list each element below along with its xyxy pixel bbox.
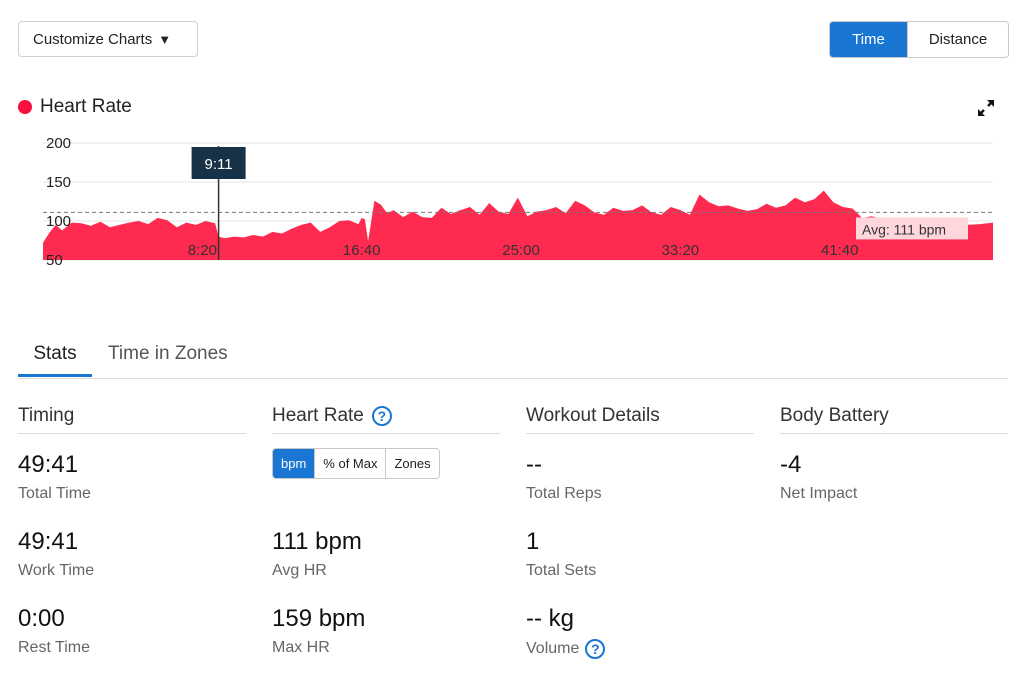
y-tick-label: 100 (46, 213, 71, 230)
x-tick-label: 33:20 (662, 242, 700, 259)
stat-label: Total Reps (526, 485, 602, 502)
heart-rate-heading: Heart Rate ? (272, 405, 500, 434)
timing-heading: Timing (18, 405, 246, 434)
distance-toggle-button[interactable]: Distance (907, 22, 1008, 57)
customize-charts-label: Customize Charts (33, 30, 153, 48)
heart-rate-column: Heart Rate ? (272, 405, 500, 434)
expand-icon[interactable] (976, 98, 996, 118)
stat-value: 49:41 (18, 528, 79, 555)
timing-column: Timing (18, 405, 246, 434)
y-tick-label: 150 (46, 174, 71, 191)
body-battery-heading: Body Battery (780, 405, 1008, 434)
cursor-label: 9:11 (205, 156, 233, 173)
stat-value: 1 (526, 528, 540, 555)
y-tick-label: 200 (46, 135, 71, 152)
stat-label: Total Sets (526, 562, 597, 579)
stat-label: Total Time (18, 485, 91, 502)
stat-value: 49:41 (18, 451, 79, 478)
body-battery-column: Body Battery (780, 405, 1008, 434)
stat-label: Avg HR (272, 562, 327, 579)
tab-stats[interactable]: Stats (18, 340, 92, 377)
heart-rate-heading-label: Heart Rate (272, 405, 364, 426)
help-icon[interactable]: ? (371, 406, 392, 426)
stat-value: 111 bpm (272, 528, 362, 555)
x-tick-label: 16:40 (343, 242, 381, 259)
workout-details-heading: Workout Details (526, 405, 754, 434)
heart-rate-legend[interactable]: Heart Rate (18, 96, 132, 118)
stat-value: -- kg (526, 605, 574, 632)
caret-down-icon: ▼ (158, 31, 172, 47)
time-toggle-button[interactable]: Time (830, 22, 907, 57)
heart-rate-chart[interactable]: 8:20 16:40 25:00 33:20 41:40 Avg: 111 bpm 9:… (0, 130, 1010, 270)
avg-hr-stat: 111 bpm Avg HR (272, 528, 362, 580)
stat-label: Max HR (272, 639, 330, 656)
customize-charts-button[interactable]: Customize Charts ▼ (18, 21, 198, 57)
total-sets-stat: 1 Total Sets (526, 528, 596, 580)
total-reps-stat: -- Total Reps (526, 451, 602, 503)
average-label: Avg: 111 bpm (862, 221, 946, 237)
work-time-stat: 49:41 Work Time (18, 528, 94, 580)
heart-rate-legend-label: Heart Rate (40, 96, 132, 117)
stat-label: Volume ? (526, 639, 606, 659)
stat-label: Work Time (18, 562, 95, 579)
stat-value: 0:00 (18, 605, 65, 632)
axis-toggle: Time Distance (829, 21, 1009, 58)
hr-unit-selector: bpm % of Max Zones (272, 448, 440, 479)
zones-unit-button[interactable]: Zones (385, 449, 439, 478)
x-tick-label: 8:20 (188, 242, 217, 259)
total-time-stat: 49:41 Total Time (18, 451, 91, 503)
stats-tabs: Stats Time in Zones (18, 340, 1008, 379)
x-tick-label: 41:40 (821, 242, 859, 259)
stat-label: Net Impact (780, 485, 858, 502)
bpm-unit-button[interactable]: bpm (273, 449, 315, 478)
max-hr-stat: 159 bpm Max HR (272, 605, 365, 657)
volume-label: Volume (526, 640, 580, 657)
y-tick-label: 50 (46, 252, 63, 269)
stat-value: -4 (780, 451, 802, 478)
stat-label: Rest Time (18, 639, 91, 656)
stat-value: -- (526, 451, 542, 478)
x-tick-label: 25:00 (502, 242, 540, 259)
heart-rate-dot-icon (18, 100, 32, 114)
workout-details-column: Workout Details (526, 405, 754, 434)
tab-time-in-zones[interactable]: Time in Zones (108, 340, 228, 377)
help-icon[interactable]: ? (585, 639, 606, 659)
percent-max-unit-button[interactable]: % of Max (314, 449, 386, 478)
volume-stat: -- kg Volume ? (526, 605, 606, 659)
net-impact-stat: -4 Net Impact (780, 451, 857, 503)
stat-value: 159 bpm (272, 605, 366, 632)
rest-time-stat: 0:00 Rest Time (18, 605, 90, 657)
